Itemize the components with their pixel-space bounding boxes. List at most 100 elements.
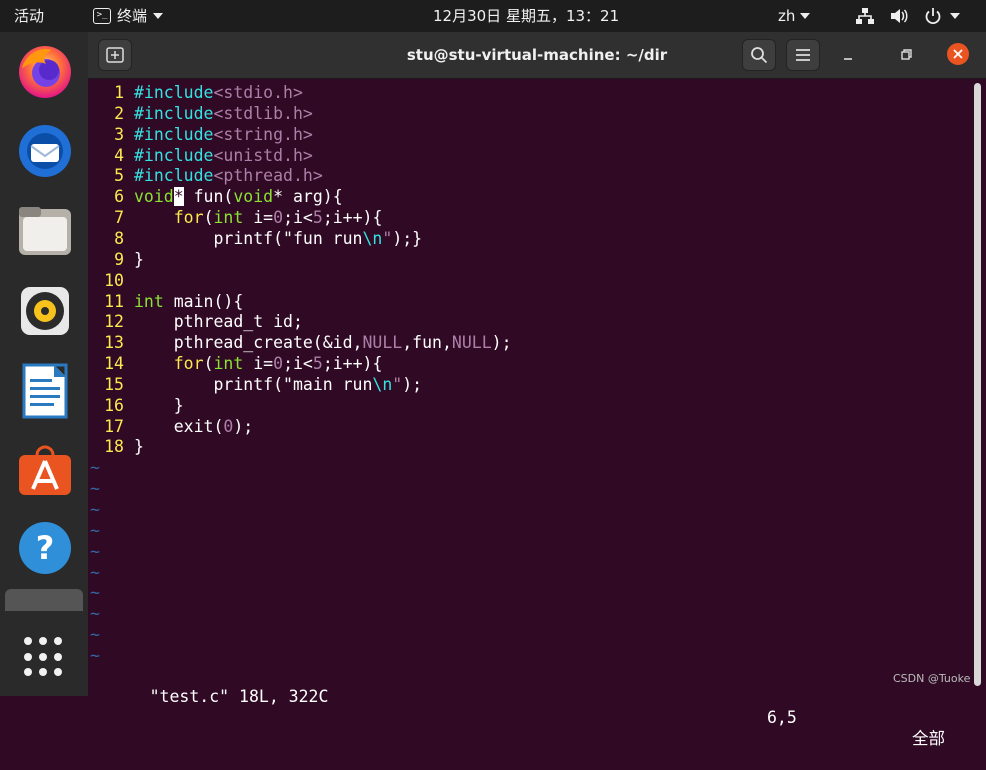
code-line: 8 printf("fun run\n");} [88, 228, 422, 249]
menu-button[interactable] [786, 39, 820, 71]
code-token: } [134, 249, 144, 269]
activities-button[interactable]: 活动 [14, 0, 44, 32]
input-method-menu[interactable]: zh [778, 0, 811, 32]
empty-line-marker: ~ [90, 458, 100, 478]
chevron-down-icon [153, 13, 164, 19]
empty-line-marker: ~ [90, 500, 100, 519]
thunderbird-icon[interactable] [14, 120, 76, 182]
clock[interactable]: 12月30日 星期五，13：21 [433, 0, 619, 32]
code-token: void [233, 187, 274, 207]
search-icon [751, 47, 768, 64]
code-token: fun( [183, 187, 234, 207]
network-icon[interactable] [855, 0, 875, 32]
app-menu[interactable]: >_ 终端 [93, 0, 164, 32]
code-line: 16 } [88, 395, 184, 416]
code-token: ,fun, [402, 333, 452, 353]
line-number: 18 [104, 437, 124, 457]
close-button[interactable] [947, 43, 969, 65]
top-bar: 活动 >_ 终端 12月30日 星期五，13：21 zh [0, 0, 986, 32]
code-line: 6 void* fun(void* arg){ [88, 186, 343, 207]
code-token: int [134, 291, 164, 311]
line-number: 9 [114, 249, 124, 269]
code-token: ( [203, 208, 214, 228]
code-line: 17 exit(0); [88, 416, 253, 437]
terminal-window: stu@stu-virtual-machine: ~/dir 1 #include… [88, 32, 986, 748]
code-token: " [382, 228, 393, 248]
code-token: "main run [283, 374, 373, 394]
code-line: 14 for(int i=0;i<5;i++){ [88, 353, 382, 374]
code-token: \n [362, 228, 383, 248]
code-token: exit( [134, 416, 224, 436]
empty-line-marker: ~ [90, 541, 100, 561]
code-line: 18} [88, 436, 144, 457]
code-token: #include [134, 103, 214, 123]
line-number: 7 [114, 208, 124, 228]
code-token: 5 [312, 208, 323, 228]
code-token: for [173, 208, 204, 228]
code-token: #include [134, 145, 214, 165]
line-number: 3 [114, 124, 124, 144]
code-token: <stdio.h> [213, 83, 303, 102]
files-icon[interactable] [14, 200, 76, 262]
chevron-down-icon [800, 13, 811, 19]
volume-icon[interactable] [889, 0, 909, 32]
header-bar: stu@stu-virtual-machine: ~/dir [88, 32, 986, 79]
code-token: printf( [134, 228, 284, 248]
text-cursor: * [173, 187, 184, 207]
code-token: #include [134, 124, 214, 144]
code-token: int [213, 354, 244, 374]
code-token: <stdlib.h> [213, 103, 313, 123]
app-menu-label: 终端 [117, 7, 148, 25]
code-token: i= [243, 208, 274, 228]
hamburger-icon [796, 49, 810, 61]
ubuntu-software-icon[interactable] [14, 440, 76, 502]
line-number: 12 [104, 312, 124, 332]
maximize-button[interactable] [896, 45, 916, 65]
watermark: CSDN @Tuoke [893, 672, 971, 685]
code-token: <string.h> [213, 124, 313, 144]
status-file-info: "test.c" 18L, 322C [149, 687, 329, 706]
vim-status-line: "test.c" 18L, 322C 6,5 全部 [90, 665, 960, 748]
help-icon[interactable]: ? [14, 517, 76, 579]
code-token: int [213, 208, 244, 228]
empty-line-marker: ~ [90, 520, 100, 540]
code-token: NULL [362, 333, 403, 353]
code-token: main(){ [163, 291, 244, 311]
search-button[interactable] [742, 39, 776, 71]
code-token: 0 [273, 208, 284, 228]
code-token: 0 [223, 416, 234, 436]
restore-icon [901, 49, 912, 60]
system-menu[interactable] [924, 0, 960, 32]
line-number: 13 [104, 333, 124, 353]
empty-line-marker: ~ [90, 479, 100, 499]
line-number: 4 [114, 145, 124, 165]
line-number: 8 [114, 228, 124, 248]
empty-line-marker: ~ [90, 562, 100, 582]
firefox-icon[interactable] [14, 40, 76, 102]
code-token: 5 [312, 354, 323, 374]
empty-line-marker: ~ [90, 625, 100, 645]
code-line: 15 printf("main run\n"); [88, 374, 422, 395]
line-number: 15 [104, 374, 124, 394]
code-line: 7 for(int i=0;i<5;i++){ [88, 207, 382, 228]
libreoffice-writer-icon[interactable] [14, 360, 76, 422]
terminal-dock-item[interactable] [5, 589, 83, 611]
vim-editor[interactable]: 1 #include<stdio.h> 2 #include<stdlib.h> 3 #i… [88, 79, 968, 748]
close-icon [953, 49, 963, 59]
code-token: pthread_t id; [134, 312, 303, 332]
status-cursor-position: 6,5 [767, 708, 797, 727]
code-token: for [173, 354, 204, 374]
code-token: * arg){ [273, 187, 343, 207]
power-icon [925, 8, 941, 25]
code-token: ); [402, 374, 423, 394]
code-token: ( [203, 354, 214, 374]
scrollbar[interactable] [974, 83, 981, 686]
show-applications-icon[interactable] [24, 637, 64, 677]
code-line: 11 int main(){ [88, 291, 243, 312]
code-line: 4 #include<unistd.h> [88, 145, 313, 166]
rhythmbox-icon[interactable] [14, 280, 76, 342]
code-line: 13 pthread_create(&id,NULL,fun,NULL); [88, 332, 511, 353]
code-line: 10 [88, 270, 134, 291]
minimize-button[interactable] [838, 45, 858, 65]
code-token: ;i++){ [322, 208, 383, 228]
